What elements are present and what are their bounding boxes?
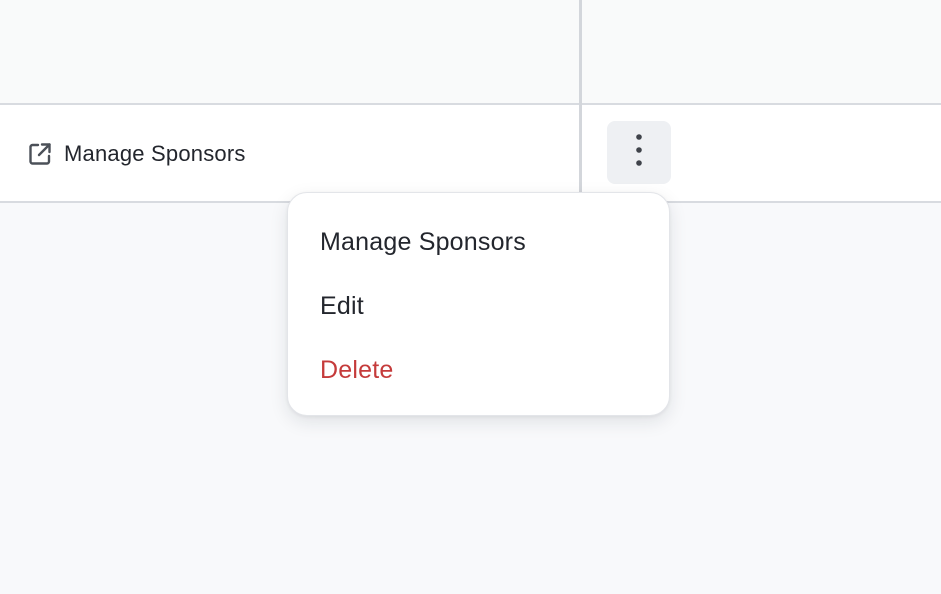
menu-item-delete[interactable]: Delete bbox=[320, 355, 393, 385]
kebab-vertical-icon bbox=[635, 133, 643, 172]
external-link-icon bbox=[27, 141, 53, 167]
row-actions-button[interactable] bbox=[607, 121, 671, 184]
menu-item-edit[interactable]: Edit bbox=[320, 291, 364, 321]
table: Manage Sponsors bbox=[0, 0, 941, 203]
manage-sponsors-link[interactable]: Manage Sponsors bbox=[27, 140, 246, 168]
table-header-row bbox=[0, 0, 941, 105]
manage-sponsors-link-label: Manage Sponsors bbox=[64, 141, 246, 166]
table-row: Manage Sponsors bbox=[0, 105, 941, 203]
row-actions-menu: Manage Sponsors Edit Delete bbox=[287, 192, 670, 416]
column-divider bbox=[579, 0, 582, 192]
menu-item-manage-sponsors[interactable]: Manage Sponsors bbox=[320, 227, 526, 257]
